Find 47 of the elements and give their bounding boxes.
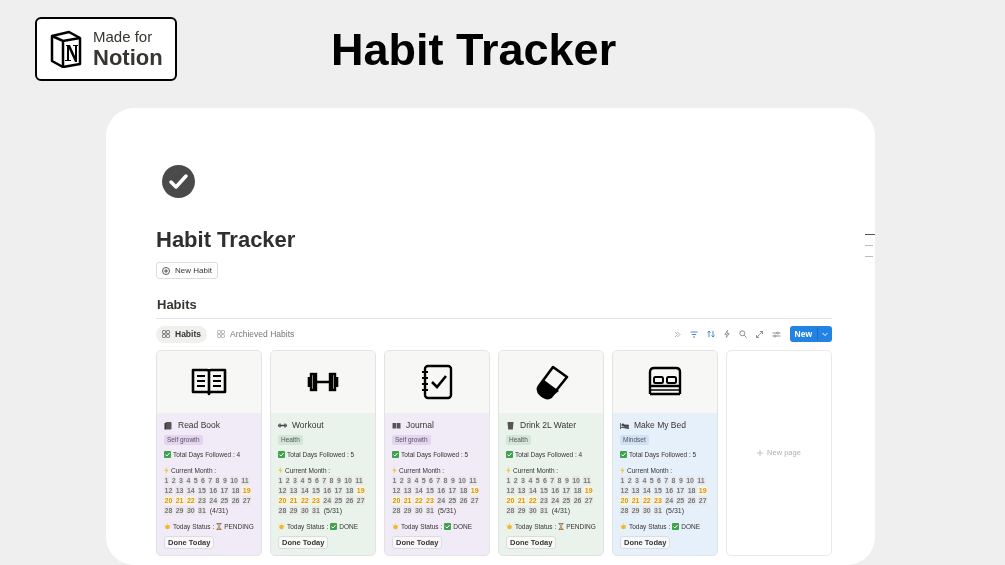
card-title: Drink 2L Water — [520, 418, 577, 432]
bolt-icon — [392, 467, 397, 474]
gallery-icon — [217, 330, 225, 338]
plus-icon — [757, 450, 764, 456]
double-chevron-icon[interactable] — [673, 330, 681, 338]
cup-icon — [506, 420, 515, 430]
check-box-icon — [278, 451, 285, 458]
bolt-icon — [620, 467, 625, 474]
notion-logo-icon — [49, 30, 83, 68]
bolt-icon[interactable] — [723, 330, 730, 338]
page-title: Habit Tracker — [156, 226, 297, 254]
sun-icon — [506, 523, 513, 530]
check-box-icon — [164, 451, 171, 458]
view-tab[interactable]: Habits — [156, 325, 207, 343]
sun-icon — [278, 523, 285, 530]
view-tab[interactable]: Archieved Habits — [211, 325, 301, 343]
card-title: Journal — [406, 418, 434, 432]
section-heading: Habits — [156, 296, 198, 314]
bolt-icon — [278, 467, 283, 474]
plus-circle-icon — [162, 266, 170, 275]
check-box-icon — [620, 451, 627, 458]
card-title: Read Book — [178, 418, 221, 432]
card-title: Workout — [292, 418, 324, 432]
new-button[interactable]: New — [789, 326, 832, 342]
banner-title: Habit Tracker — [331, 23, 617, 78]
sun-icon — [620, 523, 627, 530]
open-book-icon — [392, 420, 401, 430]
card-title: Make My Bed — [634, 418, 686, 432]
sun-icon — [392, 523, 399, 530]
bed-icon — [620, 420, 629, 430]
bolt-icon — [506, 467, 511, 474]
new-habit-button[interactable]: New Habit — [156, 262, 218, 279]
filter-icon[interactable] — [689, 330, 698, 338]
checklist-notebook-icon — [419, 364, 455, 400]
sun-icon — [164, 523, 171, 530]
gallery-icon — [162, 330, 170, 338]
sliders-icon[interactable] — [771, 330, 781, 338]
badge-text: Made for — [93, 29, 154, 44]
check-box-icon — [506, 451, 513, 458]
expand-icon[interactable] — [755, 330, 763, 338]
check-box-icon — [392, 451, 399, 458]
book-icon — [164, 420, 173, 430]
check-circle-icon — [162, 165, 195, 198]
search-icon[interactable] — [738, 330, 747, 338]
badge-text: Notion — [93, 47, 163, 69]
bolt-icon — [164, 467, 169, 474]
sort-icon[interactable] — [706, 330, 715, 338]
